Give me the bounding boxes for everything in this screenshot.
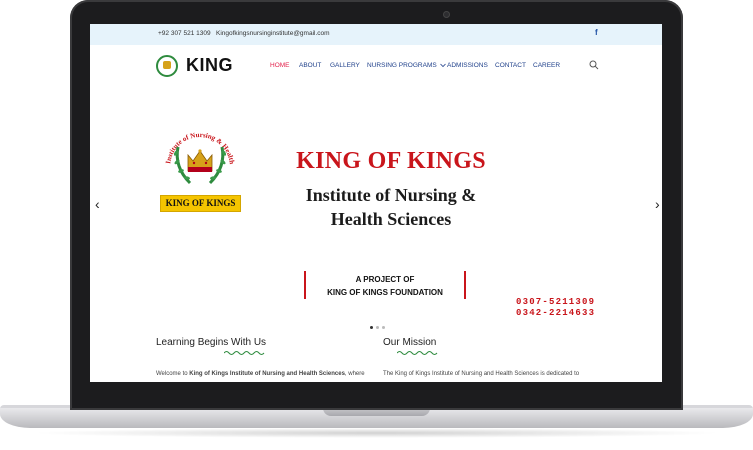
- nav-admissions[interactable]: ADMISSIONS: [447, 62, 488, 69]
- seal-label: KING OF KINGS: [160, 195, 241, 212]
- laptop-shadow: [30, 428, 723, 438]
- camera-icon: [443, 11, 450, 18]
- topbar-phone[interactable]: +92 307 521 1309: [158, 30, 211, 37]
- hero-phone-2: 0342-2214633: [516, 308, 596, 318]
- learning-squiggle-divider: [224, 351, 265, 355]
- nav-gallery[interactable]: GALLERY: [330, 62, 360, 69]
- hero-phone-1: 0307-5211309: [516, 297, 596, 307]
- website-screen: +92 307 521 1309 Kingofkingsnursinginsti…: [90, 24, 662, 382]
- hero-subtitle-line2: Health Sciences: [330, 209, 452, 229]
- nav-career[interactable]: CAREER: [533, 62, 560, 69]
- nav-contact[interactable]: CONTACT: [495, 62, 526, 69]
- contact-topbar: +92 307 521 1309 Kingofkingsnursinginsti…: [90, 24, 662, 45]
- learning-text-bold: King of Kings Institute of Nursing and H…: [189, 371, 345, 377]
- slider-dot-1[interactable]: [370, 326, 373, 329]
- mission-squiggle-divider: [397, 351, 438, 355]
- slider-next-arrow[interactable]: ›: [655, 196, 660, 212]
- slider-dot-2[interactable]: [376, 326, 379, 329]
- learning-text-post: , where: [344, 371, 365, 377]
- learning-section-text: Welcome to King of Kings Institute of Nu…: [156, 371, 365, 377]
- hero-subtitle-line1: Institute of Nursing &: [305, 185, 477, 205]
- slider-dot-3[interactable]: [382, 326, 385, 329]
- hero-phone-numbers: 0307-5211309 0342-2214633: [516, 297, 595, 319]
- logo-crest-icon[interactable]: [156, 55, 178, 77]
- learning-section-title: Learning Begins With Us: [156, 337, 267, 348]
- chevron-down-icon: [439, 63, 446, 67]
- project-line1: A PROJECT OF: [355, 275, 415, 284]
- slider-dots: [370, 316, 388, 334]
- hero-slider: ‹ › Institute of Nursing & Health Scienc…: [90, 89, 662, 329]
- site-header: KING HOME ABOUT GALLERY NURSING PROGRAMS…: [90, 45, 662, 89]
- nav-about[interactable]: ABOUT: [299, 62, 321, 69]
- nav-nursing-programs[interactable]: NURSING PROGRAMS: [367, 62, 446, 69]
- slider-prev-arrow[interactable]: ‹: [95, 196, 100, 212]
- laptop-mockup: +92 307 521 1309 Kingofkingsnursinginsti…: [0, 0, 753, 450]
- project-of-box: A PROJECT OF KING OF KINGS FOUNDATION: [304, 271, 466, 299]
- topbar-email[interactable]: Kingofkingsnursinginstitute@gmail.com: [216, 30, 330, 37]
- search-icon[interactable]: [588, 59, 600, 71]
- learning-text-pre: Welcome to: [156, 371, 190, 377]
- nav-nursing-programs-label: NURSING PROGRAMS: [367, 62, 437, 69]
- logo-text[interactable]: KING: [186, 55, 233, 76]
- facebook-icon[interactable]: f: [595, 28, 598, 37]
- hero-subtitle: Institute of Nursing & Health Sciences: [266, 183, 516, 231]
- hero-title: KING OF KINGS: [296, 148, 486, 174]
- project-line2: KING OF KINGS FOUNDATION: [327, 288, 443, 297]
- mission-section-title: Our Mission: [383, 337, 437, 348]
- nav-home[interactable]: HOME: [270, 62, 290, 69]
- mission-section-text: The King of Kings Institute of Nursing a…: [383, 371, 580, 377]
